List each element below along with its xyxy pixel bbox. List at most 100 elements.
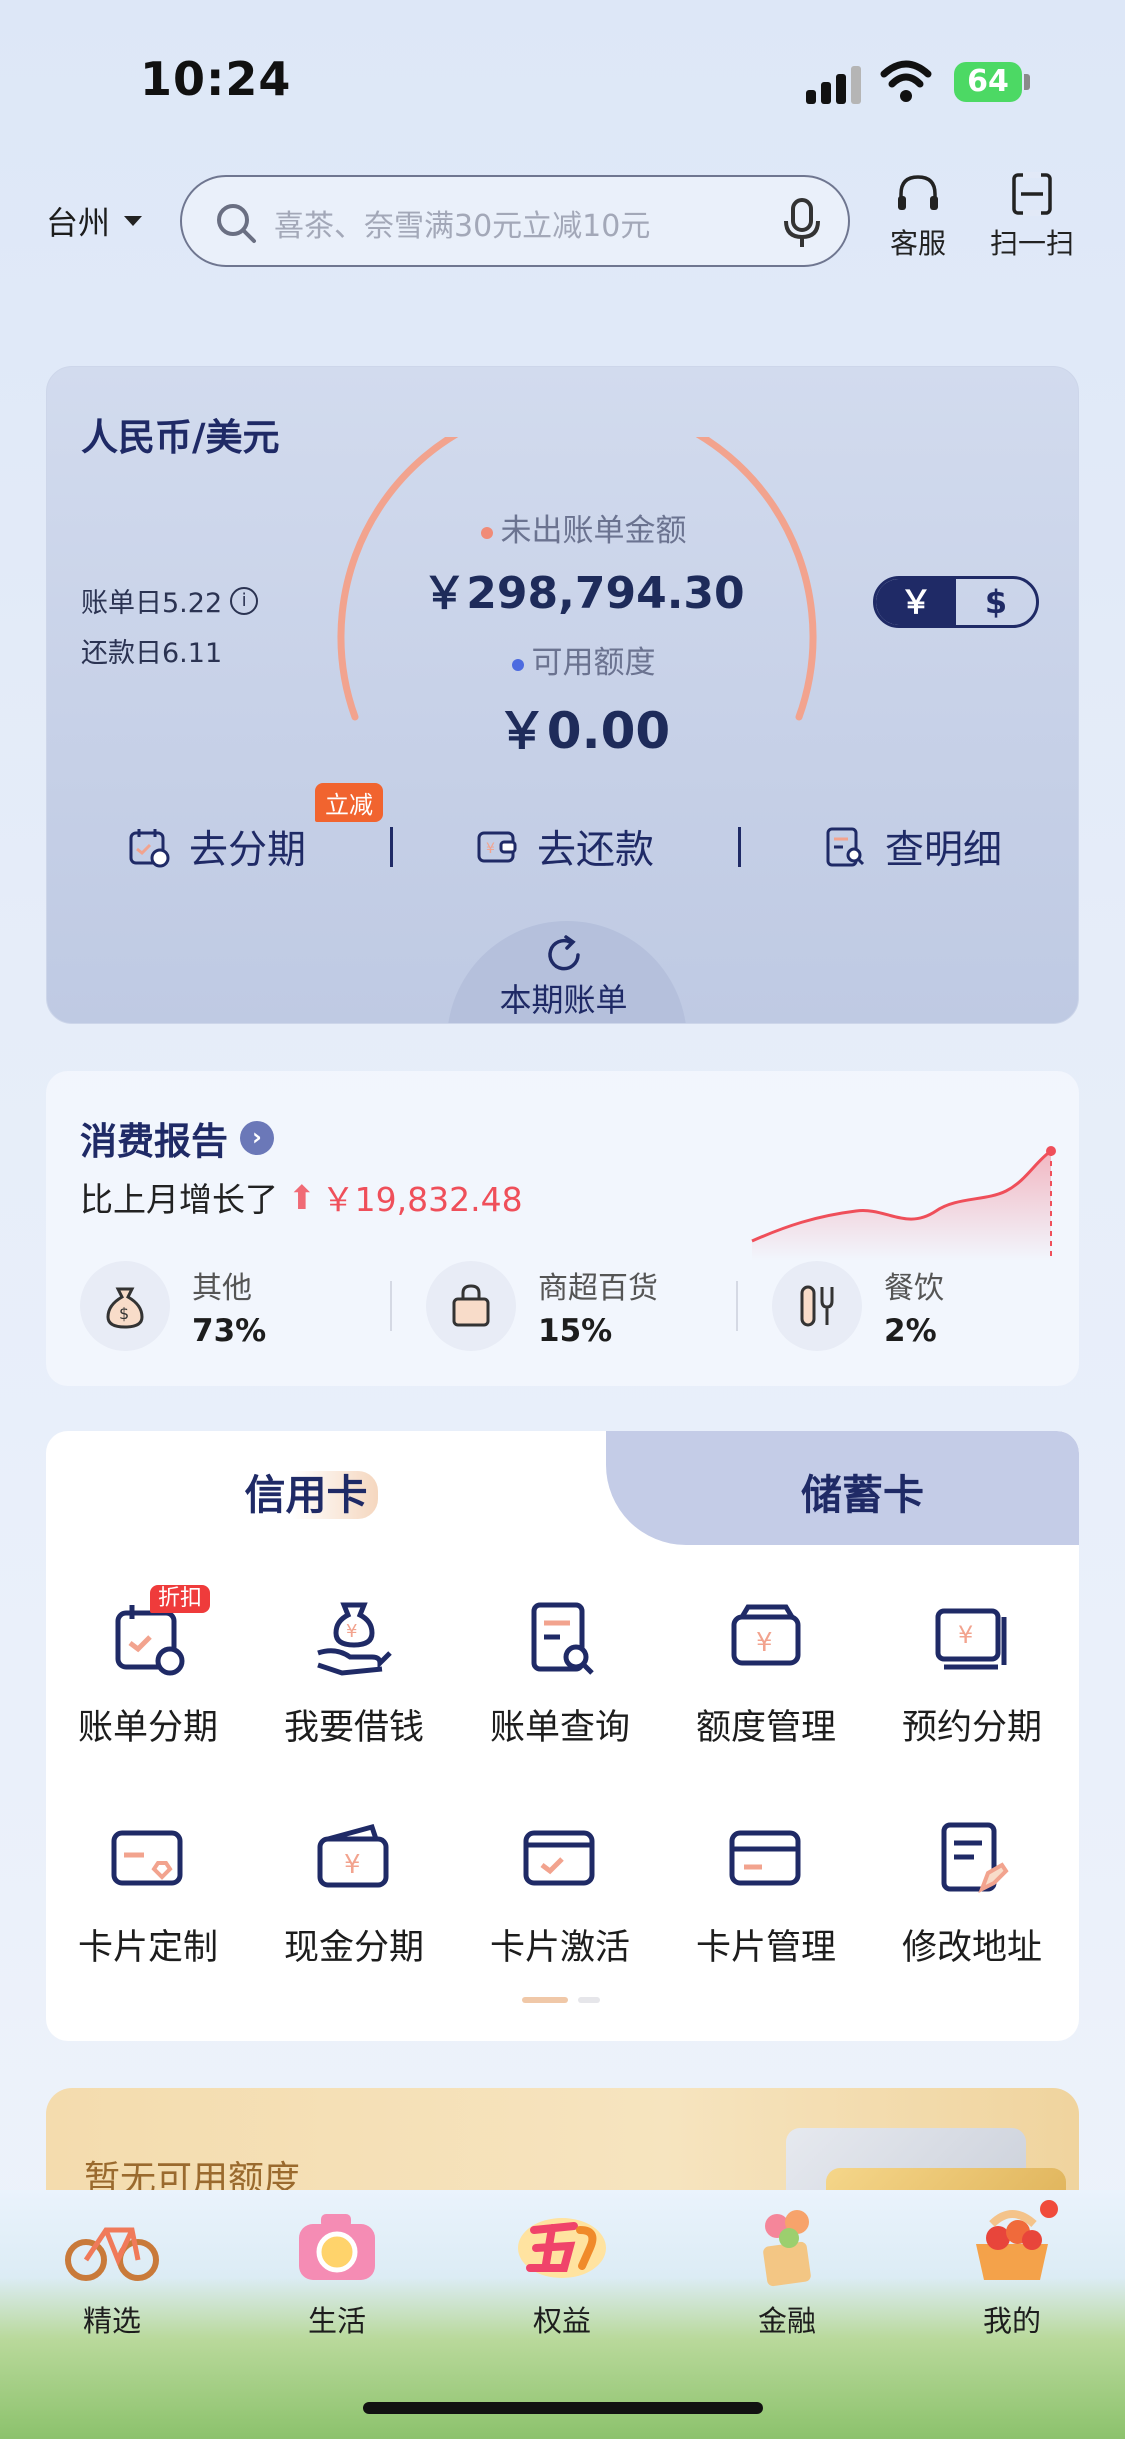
cash-installment-item[interactable]: ¥ 现金分期 bbox=[254, 1811, 454, 1970]
doc-search-icon bbox=[826, 827, 865, 867]
utensils-icon bbox=[772, 1261, 862, 1351]
scheduled-installment-item[interactable]: ¥ 预约分期 bbox=[872, 1591, 1072, 1750]
currency-toggle[interactable]: ￥ $ bbox=[873, 576, 1039, 628]
tab-benefits[interactable]: 权益 bbox=[492, 2200, 632, 2340]
discount-tag: 立减 bbox=[315, 783, 383, 822]
refresh-icon[interactable] bbox=[542, 933, 586, 977]
card-diamond-icon bbox=[100, 1811, 196, 1907]
current-bill-button[interactable]: 本期账单 bbox=[47, 975, 1078, 1021]
battery-tip bbox=[1024, 74, 1030, 90]
report-title[interactable]: 消费报告 › bbox=[80, 1111, 274, 1165]
svg-text:¥: ¥ bbox=[958, 1621, 973, 1649]
category-pct: 73% bbox=[192, 1313, 267, 1349]
available-label: 可用额度 bbox=[47, 637, 1078, 682]
card-activate-item[interactable]: 卡片激活 bbox=[460, 1811, 660, 1970]
scan-icon bbox=[1012, 172, 1052, 216]
category-name: 商超百货 bbox=[538, 1271, 658, 1306]
flower-basket-icon bbox=[763, 2210, 811, 2287]
item-label: 额度管理 bbox=[695, 1708, 836, 1748]
tab-credit-card[interactable]: 信用卡 bbox=[46, 1461, 566, 1521]
borrow-money-item[interactable]: ¥ 我要借钱 bbox=[254, 1591, 454, 1750]
svg-text:¥: ¥ bbox=[346, 1621, 357, 1642]
tab-label: 我的 bbox=[982, 2304, 1041, 2338]
svg-text:¥: ¥ bbox=[756, 1628, 773, 1658]
svg-text:¥: ¥ bbox=[344, 1850, 361, 1880]
scan-button[interactable]: 扫一扫 bbox=[977, 172, 1087, 262]
category-divider bbox=[390, 1281, 392, 1331]
item-label: 卡片管理 bbox=[695, 1928, 836, 1968]
shopping-bag-icon bbox=[426, 1261, 516, 1351]
tab-label: 金融 bbox=[757, 2304, 816, 2338]
arrow-up-icon: ⬆ bbox=[288, 1177, 316, 1217]
toggle-cny[interactable]: ￥ bbox=[876, 579, 956, 625]
item-label: 修改地址 bbox=[901, 1928, 1042, 1968]
card-stack-icon: ¥ bbox=[924, 1591, 1020, 1687]
city-label: 台州 bbox=[46, 204, 111, 242]
card-icon bbox=[718, 1811, 814, 1907]
search-icon bbox=[217, 204, 256, 243]
report-category[interactable]: 餐饮 2% bbox=[772, 1261, 944, 1351]
action-divider bbox=[738, 827, 741, 867]
tab-featured[interactable]: 精选 bbox=[42, 2200, 182, 2340]
category-name: 其他 bbox=[192, 1271, 252, 1306]
item-label: 账单查询 bbox=[489, 1708, 630, 1748]
tab-life[interactable]: 生活 bbox=[267, 2200, 407, 2340]
item-label: 卡片定制 bbox=[77, 1928, 218, 1968]
installment-button[interactable]: 去分期 bbox=[127, 819, 306, 875]
card-manage-item[interactable]: 卡片管理 bbox=[666, 1811, 866, 1970]
money-bag-icon: $ bbox=[80, 1261, 170, 1351]
page-indicator bbox=[522, 1997, 600, 2003]
svg-text:$: $ bbox=[119, 1304, 129, 1323]
card-check-icon bbox=[512, 1811, 608, 1907]
tab-mine[interactable]: 我的 bbox=[942, 2200, 1082, 2340]
tab-debit-card[interactable]: 储蓄卡 bbox=[606, 1461, 1079, 1521]
tab-label: 精选 bbox=[82, 2304, 141, 2338]
microphone-icon[interactable] bbox=[782, 197, 822, 249]
hand-money-icon: ¥ bbox=[306, 1591, 402, 1687]
credit-limit-item[interactable]: ¥ 额度管理 bbox=[666, 1591, 866, 1750]
chevron-right-icon: › bbox=[240, 1121, 274, 1155]
home-indicator[interactable] bbox=[363, 2402, 763, 2414]
headset-icon bbox=[898, 175, 938, 210]
cellular-signal-icon bbox=[806, 64, 862, 104]
item-label: 现金分期 bbox=[283, 1928, 424, 1968]
toggle-usd[interactable]: $ bbox=[956, 579, 1036, 625]
scan-label: 扫一扫 bbox=[989, 227, 1074, 260]
change-address-item[interactable]: 修改地址 bbox=[872, 1811, 1072, 1970]
bill-query-item[interactable]: 账单查询 bbox=[460, 1591, 660, 1750]
details-label: 查明细 bbox=[885, 828, 1003, 873]
calendar-clock-icon bbox=[129, 829, 170, 868]
battery-indicator: 64 bbox=[954, 62, 1022, 102]
report-category[interactable]: $ 其他 73% bbox=[80, 1261, 266, 1351]
cash-wallet-icon: ¥ bbox=[306, 1811, 402, 1907]
doc-edit-icon bbox=[924, 1811, 1020, 1907]
svg-text:¥: ¥ bbox=[486, 841, 495, 857]
repay-label: 去还款 bbox=[537, 828, 655, 873]
increase-amount: ￥19,832.48 bbox=[321, 1180, 523, 1219]
tab-finance[interactable]: 金融 bbox=[717, 2200, 857, 2340]
details-button[interactable]: 查明细 bbox=[823, 819, 1002, 875]
card-customize-item[interactable]: 卡片定制 bbox=[48, 1811, 248, 1970]
discount-badge: 折扣 bbox=[149, 1585, 210, 1613]
report-summary: 比上月增长了 ⬆ ￥19,832.48 bbox=[80, 1173, 523, 1221]
installment-label: 去分期 bbox=[189, 828, 307, 873]
search-bar[interactable]: 喜茶、奈雪满30元立减10元 bbox=[180, 175, 850, 267]
wuyi-icon bbox=[518, 2218, 606, 2278]
city-selector[interactable]: 台州 bbox=[46, 198, 143, 244]
available-amount: ￥0.00 bbox=[496, 702, 671, 760]
bill-search-icon bbox=[512, 1591, 608, 1687]
bicycle-icon bbox=[65, 2227, 159, 2281]
repay-button[interactable]: ¥ 去还款 bbox=[475, 819, 654, 875]
bill-calendar-icon: 折扣 bbox=[100, 1585, 210, 1687]
wifi-icon bbox=[880, 60, 932, 102]
consumption-report-card[interactable]: 消费报告 › 比上月增长了 ⬆ ￥19,832.48 $ 其他 73% 商超百货… bbox=[46, 1071, 1079, 1386]
item-label: 卡片激活 bbox=[489, 1928, 630, 1968]
bill-installment-item[interactable]: 折扣 账单分期 bbox=[48, 1585, 248, 1750]
report-category[interactable]: 商超百货 15% bbox=[426, 1261, 658, 1351]
item-label: 预约分期 bbox=[901, 1708, 1042, 1748]
category-divider bbox=[736, 1281, 738, 1331]
tab-label: 权益 bbox=[532, 2304, 591, 2338]
customer-service-button[interactable]: 客服 bbox=[863, 172, 973, 262]
compare-text: 比上月增长了 bbox=[80, 1180, 278, 1219]
tab-label: 生活 bbox=[307, 2304, 366, 2338]
